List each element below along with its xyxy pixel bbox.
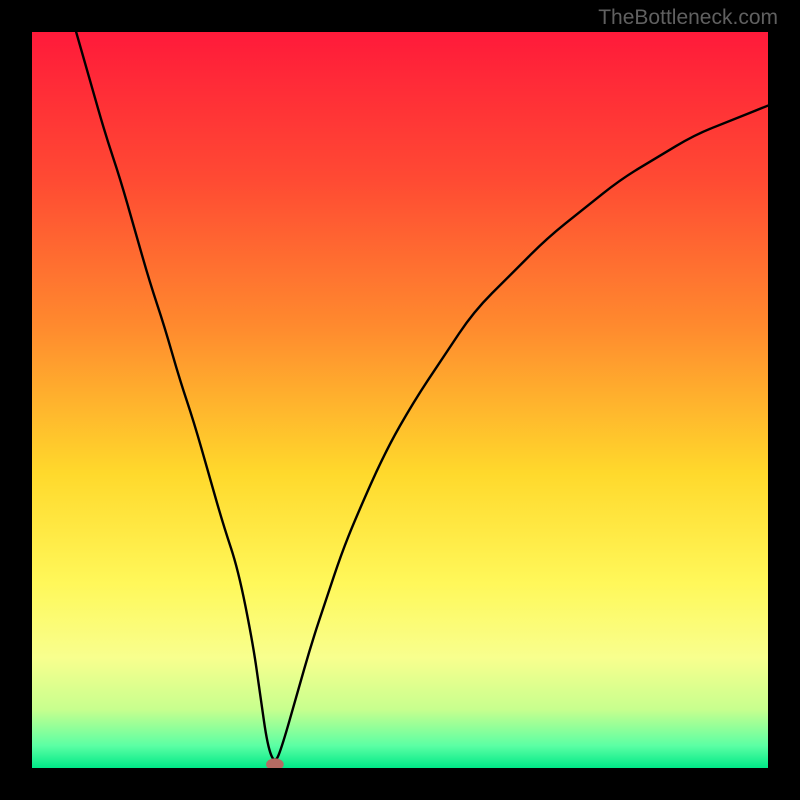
chart-svg — [32, 32, 768, 768]
chart-frame: TheBottleneck.com — [0, 0, 800, 800]
watermark-text: TheBottleneck.com — [598, 6, 778, 30]
gradient-rect — [32, 32, 768, 768]
plot-area — [32, 32, 768, 768]
